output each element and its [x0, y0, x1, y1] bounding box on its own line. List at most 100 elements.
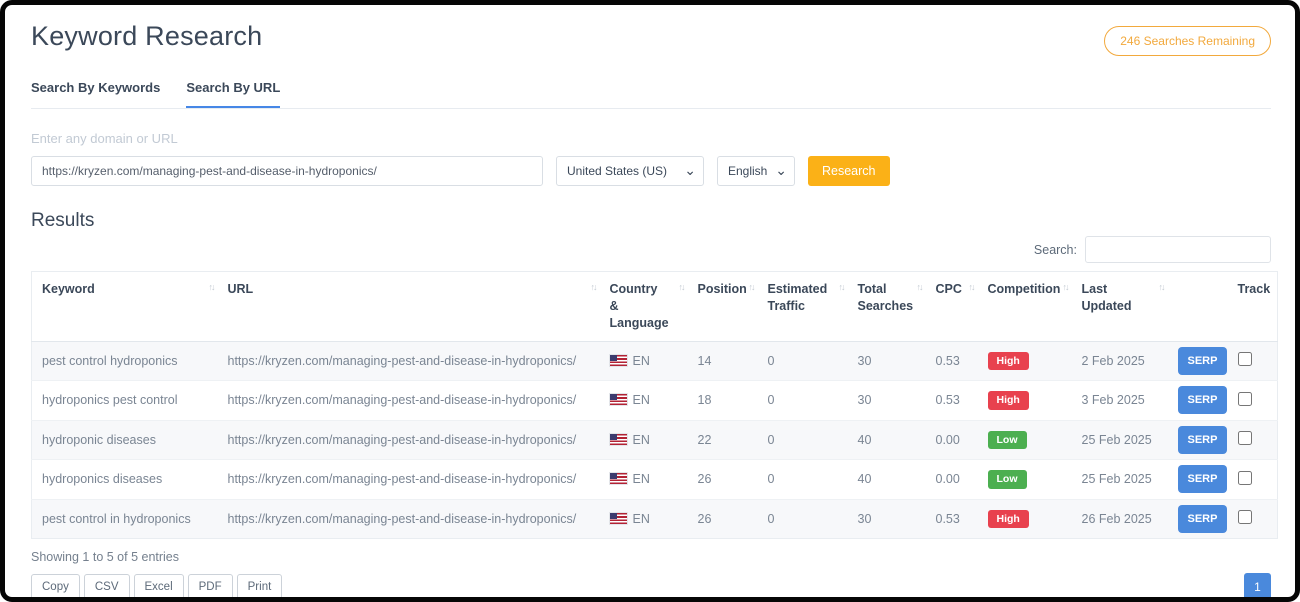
country-language-cell: EN: [600, 499, 688, 539]
serp-button[interactable]: SERP: [1178, 505, 1228, 533]
search-form: United States (US) ⌄ English ⌄ Research: [31, 156, 1271, 186]
sort-icon: ↑↓: [209, 281, 214, 293]
page-title: Keyword Research: [31, 21, 262, 52]
competition-cell: High: [978, 381, 1072, 421]
copy-button[interactable]: Copy: [31, 574, 80, 600]
header-keyword[interactable]: Keyword↑↓: [32, 272, 218, 342]
track-checkbox[interactable]: [1238, 471, 1252, 485]
sort-icon: ↑↓: [969, 281, 974, 293]
cpc-cell: 0.53: [926, 341, 978, 381]
position-cell: 18: [688, 381, 758, 421]
tab-bar: Search By Keywords Search By URL: [31, 80, 1271, 109]
table-row: hydroponics diseases https://kryzen.com/…: [32, 460, 1278, 500]
serp-button[interactable]: SERP: [1178, 386, 1228, 414]
position-cell: 22: [688, 420, 758, 460]
us-flag-icon: [610, 434, 627, 445]
url-cell: https://kryzen.com/managing-pest-and-dis…: [218, 460, 600, 500]
language-select-wrap: English ⌄: [717, 156, 795, 186]
position-cell: 26: [688, 460, 758, 500]
language-code: EN: [633, 433, 650, 447]
url-field-label: Enter any domain or URL: [31, 131, 1271, 146]
serp-button[interactable]: SERP: [1178, 465, 1228, 493]
header-competition[interactable]: Competition↑↓: [978, 272, 1072, 342]
language-code: EN: [633, 393, 650, 407]
sort-icon: ↑↓: [591, 281, 596, 293]
searches-remaining-badge: 246 Searches Remaining: [1104, 26, 1271, 56]
table-row: hydroponics pest control https://kryzen.…: [32, 381, 1278, 421]
keyword-cell: hydroponics pest control: [32, 381, 218, 421]
track-cell: [1228, 381, 1278, 421]
url-cell: https://kryzen.com/managing-pest-and-dis…: [218, 499, 600, 539]
serp-cell: SERP: [1168, 499, 1228, 539]
research-button[interactable]: Research: [808, 156, 890, 186]
competition-badge: High: [988, 352, 1029, 371]
header-last-updated[interactable]: Last Updated↑↓: [1072, 272, 1168, 342]
serp-cell: SERP: [1168, 341, 1228, 381]
track-checkbox[interactable]: [1238, 510, 1252, 524]
url-input[interactable]: [31, 156, 543, 186]
position-cell: 14: [688, 341, 758, 381]
total-searches-cell: 40: [848, 460, 926, 500]
serp-button[interactable]: SERP: [1178, 347, 1228, 375]
tab-search-by-url[interactable]: Search By URL: [186, 80, 280, 108]
country-select[interactable]: United States (US): [556, 156, 704, 186]
table-row: hydroponic diseases https://kryzen.com/m…: [32, 420, 1278, 460]
app-window: Keyword Research 246 Searches Remaining …: [0, 0, 1300, 602]
last-updated-cell: 25 Feb 2025: [1072, 460, 1168, 500]
tab-search-by-keywords[interactable]: Search By Keywords: [31, 80, 160, 108]
header-position[interactable]: Position↑↓: [688, 272, 758, 342]
keyword-cell: hydroponic diseases: [32, 420, 218, 460]
last-updated-cell: 26 Feb 2025: [1072, 499, 1168, 539]
total-searches-cell: 30: [848, 381, 926, 421]
serp-button[interactable]: SERP: [1178, 426, 1228, 454]
header-url[interactable]: URL↑↓: [218, 272, 600, 342]
language-code: EN: [633, 512, 650, 526]
serp-cell: SERP: [1168, 381, 1228, 421]
header-country-language[interactable]: Country & Language↑↓: [600, 272, 688, 342]
keyword-cell: hydroponics diseases: [32, 460, 218, 500]
us-flag-icon: [610, 473, 627, 484]
competition-cell: Low: [978, 460, 1072, 500]
sort-icon: ↑↓: [917, 281, 922, 293]
estimated-traffic-cell: 0: [758, 381, 848, 421]
language-select[interactable]: English: [717, 156, 795, 186]
total-searches-cell: 30: [848, 341, 926, 381]
competition-cell: High: [978, 499, 1072, 539]
pdf-button[interactable]: PDF: [188, 574, 233, 600]
results-heading: Results: [31, 210, 1271, 232]
us-flag-icon: [610, 394, 627, 405]
url-cell: https://kryzen.com/managing-pest-and-dis…: [218, 420, 600, 460]
url-cell: https://kryzen.com/managing-pest-and-dis…: [218, 341, 600, 381]
cpc-cell: 0.53: [926, 381, 978, 421]
track-checkbox[interactable]: [1238, 352, 1252, 366]
track-checkbox[interactable]: [1238, 392, 1252, 406]
competition-badge: Low: [988, 431, 1027, 450]
table-search-input[interactable]: [1085, 236, 1271, 263]
header-estimated-traffic[interactable]: Estimated Traffic↑↓: [758, 272, 848, 342]
header-total-searches[interactable]: Total Searches↑↓: [848, 272, 926, 342]
excel-button[interactable]: Excel: [134, 574, 184, 600]
track-checkbox[interactable]: [1238, 431, 1252, 445]
country-language-cell: EN: [600, 381, 688, 421]
last-updated-cell: 25 Feb 2025: [1072, 420, 1168, 460]
csv-button[interactable]: CSV: [84, 574, 130, 600]
table-row: pest control in hydroponics https://kryz…: [32, 499, 1278, 539]
country-language-cell: EN: [600, 341, 688, 381]
language-code: EN: [633, 354, 650, 368]
country-select-wrap: United States (US) ⌄: [556, 156, 704, 186]
estimated-traffic-cell: 0: [758, 460, 848, 500]
competition-cell: Low: [978, 420, 1072, 460]
track-cell: [1228, 499, 1278, 539]
total-searches-cell: 30: [848, 499, 926, 539]
results-table: Keyword↑↓ URL↑↓ Country & Language↑↓ Pos…: [31, 271, 1278, 539]
sort-icon: ↑↓: [839, 281, 844, 293]
keyword-cell: pest control in hydroponics: [32, 499, 218, 539]
export-buttons: Copy CSV Excel PDF Print: [31, 574, 282, 600]
header-cpc[interactable]: CPC↑↓: [926, 272, 978, 342]
pagination-page-1[interactable]: 1: [1244, 573, 1271, 600]
header-track: Track: [1228, 272, 1278, 342]
estimated-traffic-cell: 0: [758, 499, 848, 539]
keyword-cell: pest control hydroponics: [32, 341, 218, 381]
sort-icon: ↑↓: [679, 281, 684, 293]
print-button[interactable]: Print: [237, 574, 283, 600]
